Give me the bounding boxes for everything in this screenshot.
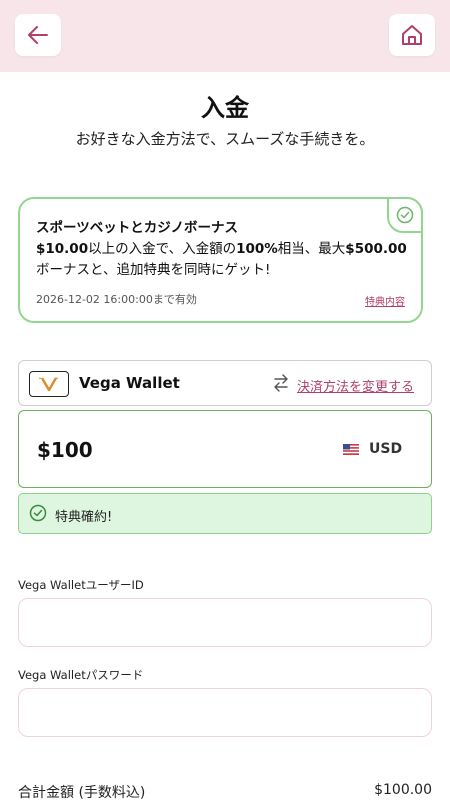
bonus-title: スポーツベットとカジノボーナス [36,220,238,236]
home-icon [402,25,422,45]
user-id-label: Vega WalletユーザーID [18,578,144,592]
page-subtitle: お好きな入金方法で、スムーズな手続きを。 [75,130,375,148]
payment-method-row: Vega Wallet 決済方法を変更する [18,360,432,406]
currency-code[interactable]: USD [369,441,402,457]
page-title: 入金 [201,94,249,122]
bonus-description: $10.00以上の入金で、入金額の100%相当、最大$500.00ボーナスと、追… [36,241,407,278]
bonus-valid-until: 2026-12-02 16:00:00まで有効 [36,293,197,306]
vega-wallet-logo [29,371,69,397]
bonus-card[interactable]: スポーツベットとカジノボーナス $10.00以上の入金で、入金額の100%相当、… [18,197,423,323]
home-button[interactable] [389,14,435,56]
bonus-details-link[interactable]: 特典内容 [365,293,405,308]
bonus-confirmed-banner: 特典確約! [18,493,432,534]
amount-value: $100 [37,438,93,462]
password-label: Vega Walletパスワード [18,668,144,682]
password-input[interactable] [18,688,432,737]
change-payment-method-link[interactable]: 決済方法を変更する [297,376,414,395]
us-flag-icon [343,444,359,455]
user-id-input[interactable] [18,598,432,647]
payment-method-name: Vega Wallet [79,374,180,392]
total-label: 合計金額 (手数料込) [18,785,146,801]
amount-input[interactable]: $100 USD [18,410,432,488]
arrow-left-icon [28,26,48,44]
back-button[interactable] [15,14,61,56]
check-circle-icon [396,206,414,224]
top-bar [0,0,450,72]
bonus-confirmed-text: 特典確約! [55,510,113,525]
vega-logo-icon [39,377,58,392]
bonus-selected-indicator [387,197,423,233]
swap-icon [274,374,288,392]
total-value: $100.00 [374,782,432,798]
check-circle-icon [29,504,47,522]
